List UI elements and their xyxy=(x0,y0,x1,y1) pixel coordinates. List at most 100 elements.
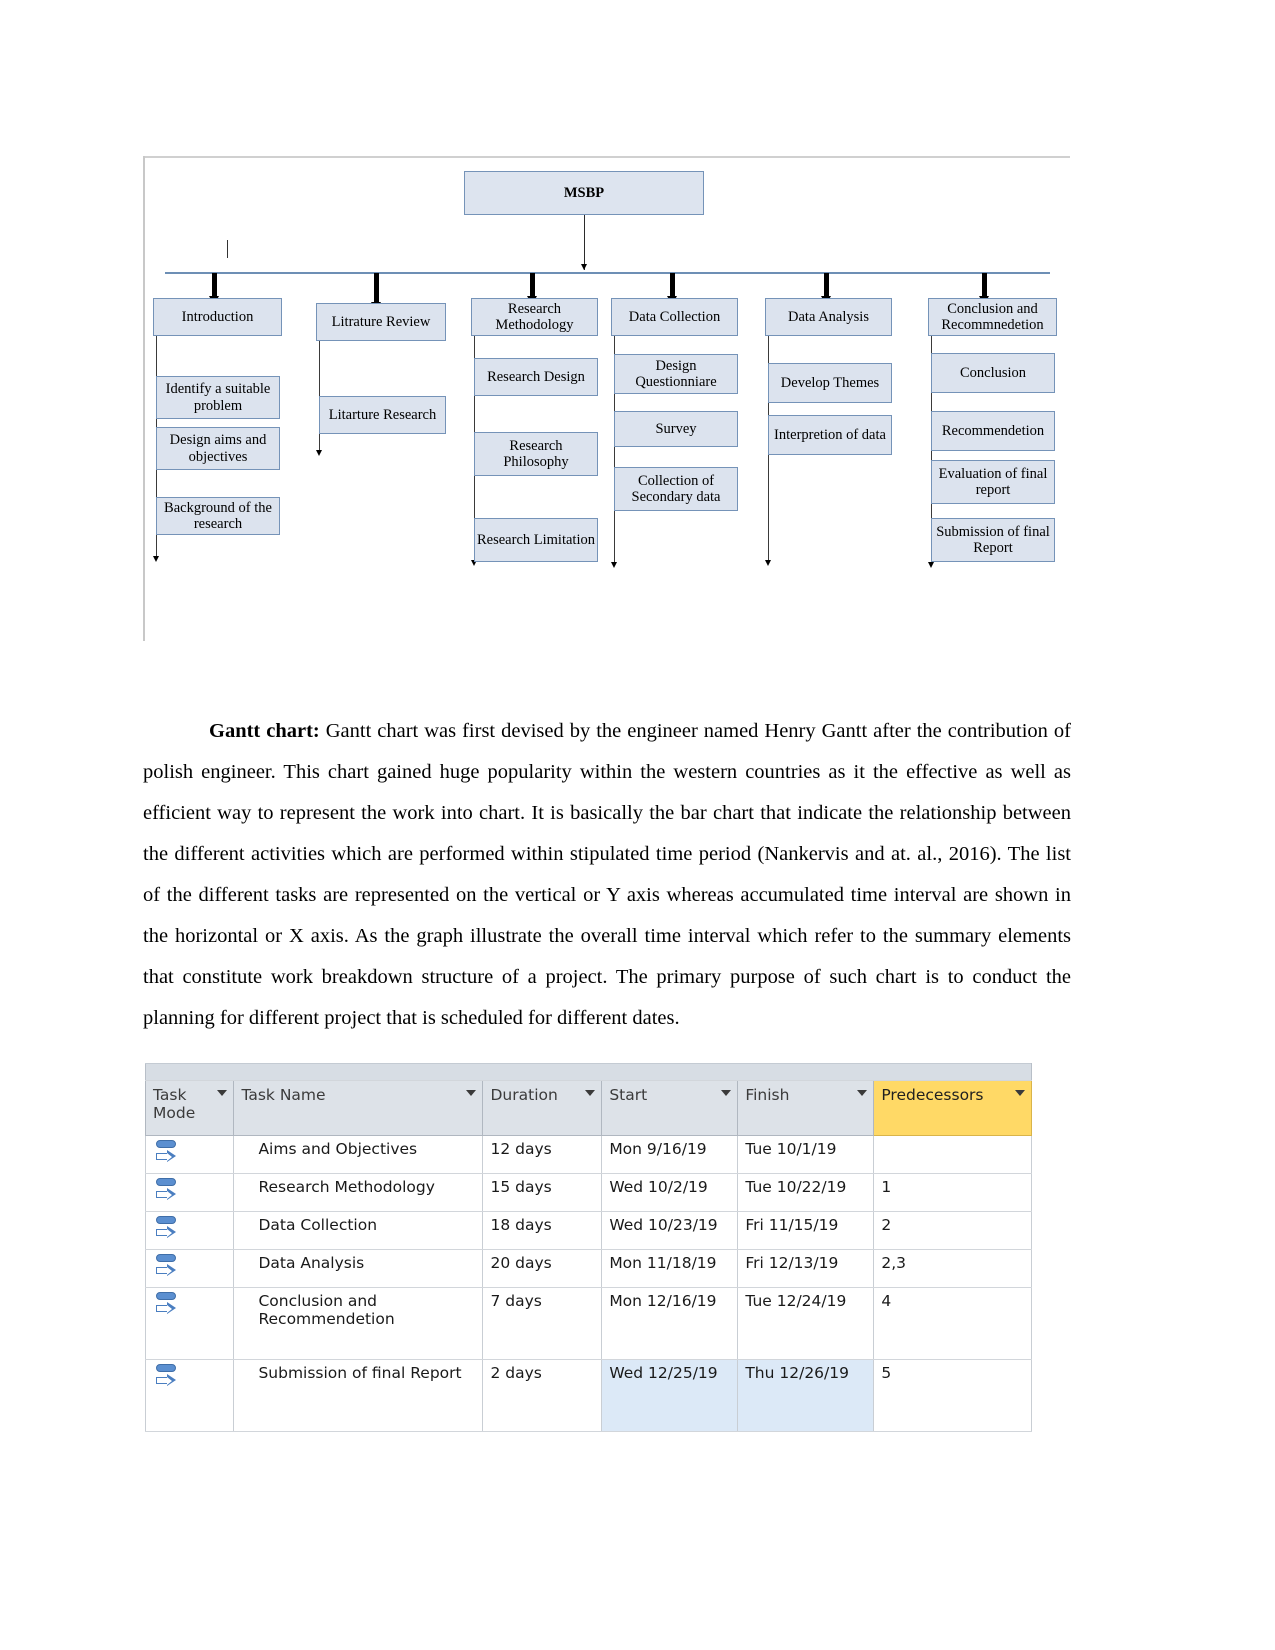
diagram-subnode-label: Survey xyxy=(655,420,697,437)
start-cell[interactable]: Mon 12/16/19 xyxy=(601,1287,739,1360)
diagram-node-conclusion-and-recommendation: Conclusion and Recommnedetion xyxy=(928,298,1057,336)
finish-cell[interactable]: Fri 11/15/19 xyxy=(737,1211,875,1250)
table-row[interactable]: Aims and Objectives 12 days Mon 9/16/19 … xyxy=(144,1135,1032,1174)
task-name-cell[interactable]: Research Methodology xyxy=(233,1173,484,1212)
column-header-label: Finish xyxy=(745,1086,790,1104)
duration-cell[interactable]: 15 days xyxy=(482,1173,603,1212)
finish-cell[interactable]: Thu 12/26/19 xyxy=(737,1359,875,1432)
diagram-subnode: Develop Themes xyxy=(768,363,892,403)
duration-cell[interactable]: 7 days xyxy=(482,1287,603,1360)
diagram-subnode: Research Limitation xyxy=(474,518,598,562)
duration-cell[interactable]: 12 days xyxy=(482,1135,603,1174)
table-row[interactable]: Data Collection 18 days Wed 10/23/19 Fri… xyxy=(144,1211,1032,1250)
task-name-cell[interactable]: Aims and Objectives xyxy=(233,1135,484,1174)
diagram-subnode: Identify a suitable problem xyxy=(156,376,280,419)
finish-cell[interactable]: Tue 10/1/19 xyxy=(737,1135,875,1174)
diagram-node-data-analysis: Data Analysis xyxy=(765,298,892,336)
table-header-row: Task Mode Task Name Duration Start Finis… xyxy=(144,1080,1032,1136)
manually-scheduled-icon[interactable] xyxy=(155,1140,179,1166)
bus-right-cap xyxy=(1049,272,1050,274)
predecessors-cell[interactable]: 2,3 xyxy=(873,1249,1032,1288)
manually-scheduled-icon[interactable] xyxy=(155,1292,179,1318)
chevron-down-icon[interactable] xyxy=(857,1090,868,1096)
column-header-task-mode[interactable]: Task Mode xyxy=(144,1080,235,1136)
diagram-node-label: Conclusion and Recommnedetion xyxy=(941,300,1044,333)
finish-cell[interactable]: Tue 10/22/19 xyxy=(737,1173,875,1212)
diagram-subnode-label: Litarture Research xyxy=(328,406,437,423)
wbs-diagram: MSBP Introduction Identify a suitable pr… xyxy=(143,156,1070,641)
column-2-end-arrow xyxy=(316,450,322,456)
task-mode-cell[interactable] xyxy=(144,1359,235,1432)
diagram-node-label: Data Analysis xyxy=(788,308,869,325)
finish-cell[interactable]: Fri 12/13/19 xyxy=(737,1249,875,1288)
task-name-cell[interactable]: Submission of final Report xyxy=(233,1359,484,1432)
diagram-subnode-label: Design aims and objectives xyxy=(169,432,267,465)
column-4-end-arrow xyxy=(611,562,617,568)
column-header-predecessors[interactable]: Predecessors xyxy=(873,1080,1032,1136)
task-mode-cell[interactable] xyxy=(144,1135,235,1174)
table-row[interactable]: Conclusion and Recommendetion 7 days Mon… xyxy=(144,1287,1032,1360)
column-header-label: Duration xyxy=(490,1086,558,1104)
column-header-label: Predecessors xyxy=(881,1086,984,1104)
task-name-cell[interactable]: Data Collection xyxy=(233,1211,484,1250)
start-cell[interactable]: Wed 10/2/19 xyxy=(601,1173,739,1212)
bus-left-cap xyxy=(165,272,166,274)
chevron-down-icon[interactable] xyxy=(585,1090,596,1096)
predecessors-cell[interactable]: 1 xyxy=(873,1173,1032,1212)
task-mode-cell[interactable] xyxy=(144,1249,235,1288)
column-header-label: Start xyxy=(609,1086,648,1104)
diagram-subnode-label: Interpretion of data xyxy=(774,426,886,443)
start-cell[interactable]: Mon 11/18/19 xyxy=(601,1249,739,1288)
column-header-finish[interactable]: Finish xyxy=(737,1080,875,1136)
diagram-subnode: Research Philosophy xyxy=(474,432,598,476)
diagram-subnode: Research Design xyxy=(474,358,598,396)
diagram-subnode-label: Research Design xyxy=(487,368,585,385)
start-cell[interactable]: Mon 9/16/19 xyxy=(601,1135,739,1174)
diagram-subnode-label: Develop Themes xyxy=(780,374,880,391)
manually-scheduled-icon[interactable] xyxy=(155,1216,179,1242)
start-cell[interactable]: Wed 12/25/19 xyxy=(601,1359,739,1432)
column-1-end-arrow xyxy=(153,556,159,562)
duration-cell[interactable]: 2 days xyxy=(482,1359,603,1432)
table-row[interactable]: Data Analysis 20 days Mon 11/18/19 Fri 1… xyxy=(144,1249,1032,1288)
chevron-down-icon[interactable] xyxy=(466,1090,477,1096)
finish-cell[interactable]: Tue 12/24/19 xyxy=(737,1287,875,1360)
diagram-root-node: MSBP xyxy=(464,171,704,215)
chevron-down-icon[interactable] xyxy=(721,1090,732,1096)
diagram-node-label: Litrature Review xyxy=(331,313,431,330)
table-body: Aims and Objectives 12 days Mon 9/16/19 … xyxy=(144,1135,1032,1432)
start-cell[interactable]: Wed 10/23/19 xyxy=(601,1211,739,1250)
manually-scheduled-icon[interactable] xyxy=(155,1364,179,1390)
diagram-root-label: MSBP xyxy=(563,184,605,201)
task-name-cell[interactable]: Conclusion and Recommendetion xyxy=(233,1287,484,1360)
task-mode-cell[interactable] xyxy=(144,1173,235,1212)
paragraph-lead-term: Gantt chart: xyxy=(209,719,320,742)
predecessors-cell[interactable]: 4 xyxy=(873,1287,1032,1360)
column-header-duration[interactable]: Duration xyxy=(482,1080,603,1136)
task-mode-cell[interactable] xyxy=(144,1211,235,1250)
duration-cell[interactable]: 20 days xyxy=(482,1249,603,1288)
predecessors-cell[interactable]: 5 xyxy=(873,1359,1032,1432)
diagram-subnode: Design aims and objectives xyxy=(156,427,280,470)
ms-project-task-table[interactable]: Task Mode Task Name Duration Start Finis… xyxy=(144,1063,1032,1432)
paragraph-body-text: Gantt chart was first devised by the eng… xyxy=(143,719,1071,1029)
table-top-rim-row xyxy=(145,1063,1032,1081)
column-header-start[interactable]: Start xyxy=(601,1080,739,1136)
column-header-label: Task Name xyxy=(241,1086,326,1104)
table-row[interactable]: Research Methodology 15 days Wed 10/2/19… xyxy=(144,1173,1032,1212)
column-5-end-arrow xyxy=(765,560,771,566)
manually-scheduled-icon[interactable] xyxy=(155,1178,179,1204)
predecessors-cell[interactable]: 2 xyxy=(873,1211,1032,1250)
duration-cell[interactable]: 18 days xyxy=(482,1211,603,1250)
task-mode-cell[interactable] xyxy=(144,1287,235,1360)
chevron-down-icon[interactable] xyxy=(217,1090,228,1096)
column-header-task-name[interactable]: Task Name xyxy=(233,1080,484,1136)
task-name-cell[interactable]: Data Analysis xyxy=(233,1249,484,1288)
table-row[interactable]: Submission of final Report 2 days Wed 12… xyxy=(144,1359,1032,1432)
manually-scheduled-icon[interactable] xyxy=(155,1254,179,1280)
chevron-down-icon[interactable] xyxy=(1015,1090,1025,1096)
predecessors-cell[interactable] xyxy=(873,1135,1032,1174)
diagram-node-litrature-review: Litrature Review xyxy=(316,303,446,341)
diagram-node-introduction: Introduction xyxy=(153,298,282,336)
diagram-subnode-label: Identify a suitable problem xyxy=(165,381,271,414)
